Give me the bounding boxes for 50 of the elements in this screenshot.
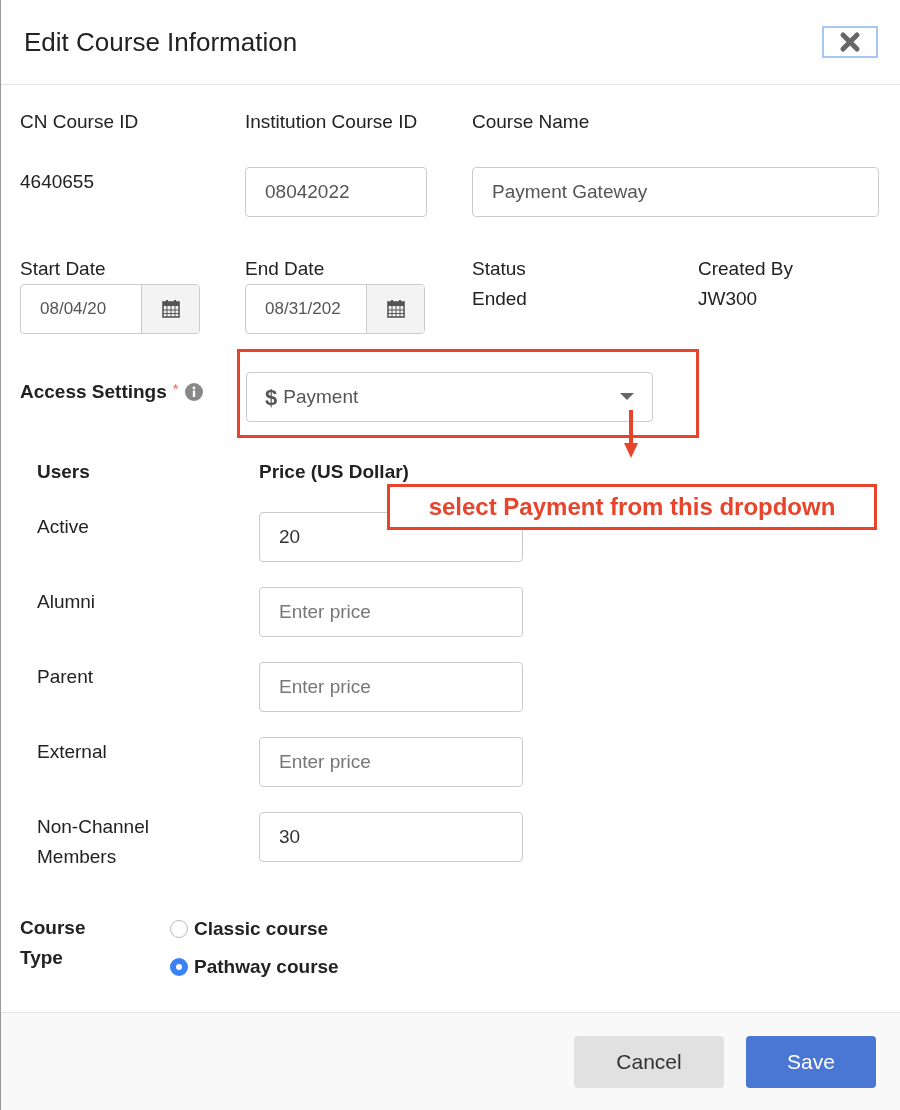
field-label: Course Name <box>472 110 591 134</box>
field-label: End Date <box>245 257 326 281</box>
user-type-label: Parent <box>37 665 94 689</box>
price-field[interactable]: Enter price <box>259 587 523 637</box>
date-field[interactable]: 08/31/202 <box>245 284 425 334</box>
date-field[interactable]: 08/04/20 <box>20 284 200 334</box>
cancel-button[interactable]: Cancel <box>574 1035 724 1088</box>
field-label: CN Course ID <box>20 110 140 134</box>
price-field[interactable]: Enter price <box>259 737 523 787</box>
field-label: Course Type <box>20 916 87 970</box>
user-type-label: Active <box>37 515 90 539</box>
save-button[interactable]: Save <box>746 1035 876 1088</box>
calendar-button[interactable] <box>366 285 424 333</box>
dialog-title: Edit Course Information <box>24 25 298 59</box>
date-value: 08/31/202 <box>264 298 342 321</box>
access-dropdown[interactable]: $ Payment <box>246 372 653 422</box>
field-value: 4640655 <box>20 170 95 194</box>
calendar-icon <box>385 299 406 319</box>
field-label: Status <box>472 257 527 281</box>
annotation-tooltip: select Payment from this dropdown <box>387 484 877 530</box>
calendar-icon <box>160 299 181 319</box>
column-header: Users <box>37 459 91 484</box>
field-label: Access Settings <box>20 380 167 404</box>
required-mark: * <box>172 379 179 399</box>
price-field[interactable]: Enter price <box>259 662 523 712</box>
info-icon <box>184 383 203 402</box>
currency-symbol: $ <box>265 383 278 412</box>
radio-button[interactable] <box>170 920 188 938</box>
column-header: Price (US Dollar) <box>259 459 409 484</box>
close-button[interactable] <box>822 26 878 58</box>
arrow-icon <box>623 410 639 459</box>
text-field[interactable]: Payment Gateway <box>472 167 879 217</box>
field-label: Institution Course ID <box>245 110 419 134</box>
field-value: JW300 <box>698 287 759 311</box>
field-label: Start Date <box>20 257 107 281</box>
close-icon <box>839 31 861 53</box>
caret-icon <box>620 393 634 401</box>
field-label: Created By <box>698 257 795 281</box>
radio-option[interactable]: Pathway course <box>170 952 339 982</box>
user-type-label: External <box>37 740 108 764</box>
radio-option[interactable]: Classic course <box>170 914 339 944</box>
field-value: Ended <box>472 287 528 311</box>
dropdown-value: Payment <box>283 384 360 409</box>
radio-button[interactable] <box>170 958 188 976</box>
price-field[interactable]: 30 <box>259 812 523 862</box>
date-value: 08/04/20 <box>39 298 108 321</box>
text-field[interactable]: 08042022 <box>245 167 427 217</box>
calendar-button[interactable] <box>141 285 199 333</box>
user-type-label: Alumni <box>37 590 97 614</box>
user-type-label: Non-Channel Members <box>37 815 150 865</box>
